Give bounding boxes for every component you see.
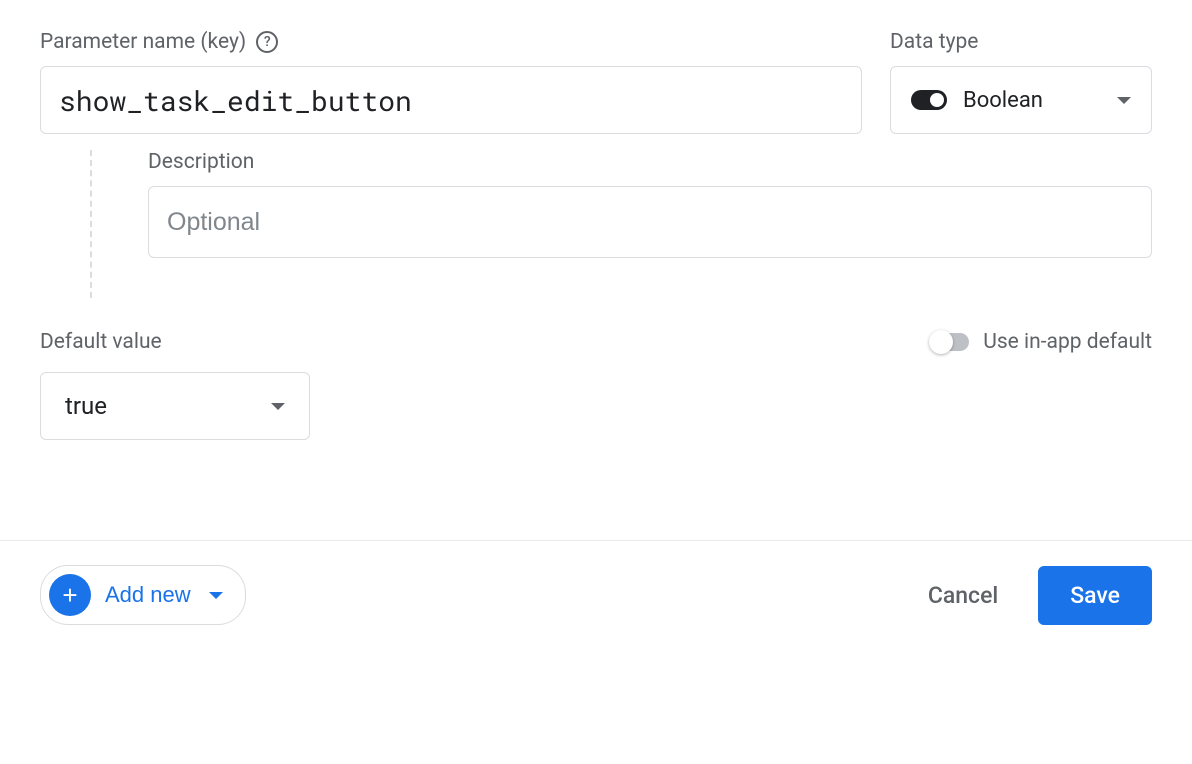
help-icon[interactable]: ? — [256, 31, 278, 53]
add-new-label: Add new — [105, 582, 191, 608]
data-type-value: Boolean — [963, 88, 1043, 113]
description-input[interactable] — [148, 186, 1152, 258]
boolean-icon — [911, 90, 947, 110]
parameter-name-input[interactable] — [40, 66, 862, 134]
data-type-label: Data type — [890, 30, 978, 54]
chevron-down-icon — [209, 592, 223, 599]
data-type-field-group: Data type Boolean — [890, 30, 1152, 134]
parameter-name-label: Parameter name (key) — [40, 30, 246, 54]
use-inapp-default-label: Use in-app default — [983, 330, 1152, 354]
use-inapp-default-toggle[interactable] — [929, 333, 969, 351]
default-value-label: Default value — [40, 330, 162, 354]
parameter-name-field-group: Parameter name (key) ? — [40, 30, 862, 134]
description-label: Description — [148, 150, 1152, 174]
add-new-button[interactable]: + Add new — [40, 565, 246, 625]
chevron-down-icon — [271, 403, 285, 410]
plus-icon: + — [49, 574, 91, 616]
default-value-text: true — [65, 392, 107, 420]
chevron-down-icon — [1117, 97, 1131, 104]
save-button[interactable]: Save — [1038, 566, 1152, 625]
cancel-button[interactable]: Cancel — [928, 582, 998, 609]
default-value-select[interactable]: true — [40, 372, 310, 440]
data-type-select[interactable]: Boolean — [890, 66, 1152, 134]
